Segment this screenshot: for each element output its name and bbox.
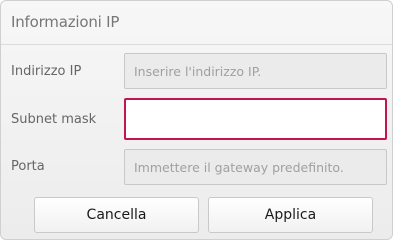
subnet-mask-label: Subnet mask: [11, 112, 97, 127]
gateway-label: Porta: [11, 159, 45, 174]
ip-address-label: Indirizzo IP: [11, 64, 82, 79]
subnet-mask-field[interactable]: [124, 98, 387, 140]
ip-info-dialog: Informazioni IP Indirizzo IP Inserire l'…: [0, 0, 393, 240]
cancel-button[interactable]: Cancella: [34, 197, 199, 233]
title-divider: [1, 44, 392, 45]
dialog-title: Informazioni IP: [11, 13, 120, 31]
gateway-field[interactable]: Immettere il gateway predefinito.: [124, 149, 387, 185]
ip-address-field[interactable]: Inserire l'indirizzo IP.: [124, 53, 387, 89]
apply-button[interactable]: Applica: [208, 197, 373, 233]
